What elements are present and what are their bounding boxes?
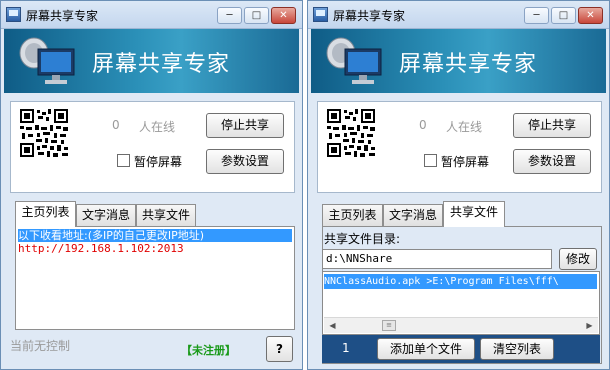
- file-count: 1: [342, 341, 350, 355]
- online-label: 人在线: [139, 120, 176, 134]
- monitor-icon: [19, 37, 75, 84]
- maximize-icon: □: [251, 10, 262, 21]
- control-panel: 0 人在线 暂停屏幕 停止共享 参数设置: [10, 101, 295, 193]
- control-panel: 0 人在线 暂停屏幕 停止共享 参数设置: [317, 101, 602, 193]
- scroll-left-icon[interactable]: ◀: [325, 319, 340, 332]
- tab-bar: 主页列表 文字消息 共享文件: [322, 201, 606, 227]
- home-list[interactable]: 以下收看地址:(多IP的自己更改IP地址) http://192.168.1.1…: [15, 226, 295, 330]
- monitor-icon: [326, 37, 382, 84]
- horizontal-scrollbar[interactable]: ◀ ≡ ▶: [324, 317, 598, 333]
- main-window-right: 屏幕共享专家 ─ □ ✕ 屏幕共享专家 0 人在线 暂停屏幕 停止共享 参数设置…: [307, 0, 610, 370]
- tab-home-list[interactable]: 主页列表: [15, 201, 76, 227]
- banner-title: 屏幕共享专家: [399, 52, 538, 77]
- shared-dir-label: 共享文件目录:: [324, 232, 401, 246]
- maximize-button[interactable]: □: [244, 7, 269, 24]
- maximize-button[interactable]: □: [551, 7, 576, 24]
- stop-share-button[interactable]: 停止共享: [513, 113, 591, 138]
- online-count: 0: [419, 118, 427, 132]
- control-status: 当前无控制: [10, 339, 71, 353]
- close-button[interactable]: ✕: [271, 7, 296, 24]
- window-title: 屏幕共享专家: [333, 9, 406, 23]
- header-banner: 屏幕共享专家: [311, 29, 606, 93]
- tab-shared-files[interactable]: 共享文件: [443, 201, 505, 227]
- close-icon: ✕: [279, 10, 288, 21]
- close-button[interactable]: ✕: [578, 7, 603, 24]
- add-file-button[interactable]: 添加单个文件: [377, 338, 475, 360]
- qr-code-icon: [20, 109, 68, 157]
- shared-dir-input[interactable]: d:\NNShare: [322, 249, 552, 269]
- main-window-left: 屏幕共享专家 ─ □ ✕ 屏幕共享专家 0 人在线 暂停屏幕 停止共享 参数设置…: [0, 0, 303, 370]
- minimize-icon: ─: [533, 10, 540, 21]
- minimize-button[interactable]: ─: [217, 7, 242, 24]
- stop-share-button[interactable]: 停止共享: [206, 113, 284, 138]
- help-icon: ?: [276, 342, 283, 356]
- online-label: 人在线: [446, 120, 483, 134]
- close-icon: ✕: [586, 10, 595, 21]
- scroll-thumb[interactable]: ≡: [382, 320, 396, 331]
- app-icon: [313, 7, 328, 22]
- pause-screen-label: 暂停屏幕: [134, 155, 183, 169]
- tab-text-messages[interactable]: 文字消息: [383, 204, 443, 226]
- pause-screen-checkbox[interactable]: [424, 154, 437, 167]
- unregistered-link[interactable]: 【未注册】: [181, 342, 236, 358]
- settings-button[interactable]: 参数设置: [513, 149, 591, 174]
- help-button[interactable]: ?: [266, 336, 293, 362]
- list-item[interactable]: NNClassAudio.apk >E:\Program Files\fff\: [324, 274, 597, 289]
- header-banner: 屏幕共享专家: [4, 29, 299, 93]
- tab-text-messages[interactable]: 文字消息: [76, 204, 136, 226]
- tab-bar: 主页列表 文字消息 共享文件: [15, 201, 299, 227]
- pause-screen-label: 暂停屏幕: [441, 155, 490, 169]
- online-count: 0: [112, 118, 120, 132]
- tab-home-list[interactable]: 主页列表: [322, 204, 383, 226]
- clear-list-button[interactable]: 清空列表: [480, 338, 554, 360]
- list-item[interactable]: 以下收看地址:(多IP的自己更改IP地址): [18, 229, 292, 242]
- qr-code-icon: [327, 109, 375, 157]
- pause-screen-checkbox[interactable]: [117, 154, 130, 167]
- file-actions-bar: 1 添加单个文件 清空列表: [322, 335, 600, 363]
- settings-button[interactable]: 参数设置: [206, 149, 284, 174]
- list-item[interactable]: http://192.168.1.102:2013: [18, 242, 184, 255]
- title-bar[interactable]: 屏幕共享专家 ─ □ ✕: [1, 1, 302, 29]
- scroll-right-icon[interactable]: ▶: [582, 319, 597, 332]
- banner-title: 屏幕共享专家: [92, 52, 231, 77]
- title-bar[interactable]: 屏幕共享专家 ─ □ ✕: [308, 1, 609, 29]
- minimize-icon: ─: [226, 10, 233, 21]
- app-icon: [6, 7, 21, 22]
- shared-file-list[interactable]: NNClassAudio.apk >E:\Program Files\fff\ …: [322, 271, 600, 335]
- tab-shared-files[interactable]: 共享文件: [136, 204, 196, 226]
- modify-button[interactable]: 修改: [559, 248, 597, 270]
- maximize-icon: □: [558, 10, 569, 21]
- window-title: 屏幕共享专家: [26, 9, 99, 23]
- minimize-button[interactable]: ─: [524, 7, 549, 24]
